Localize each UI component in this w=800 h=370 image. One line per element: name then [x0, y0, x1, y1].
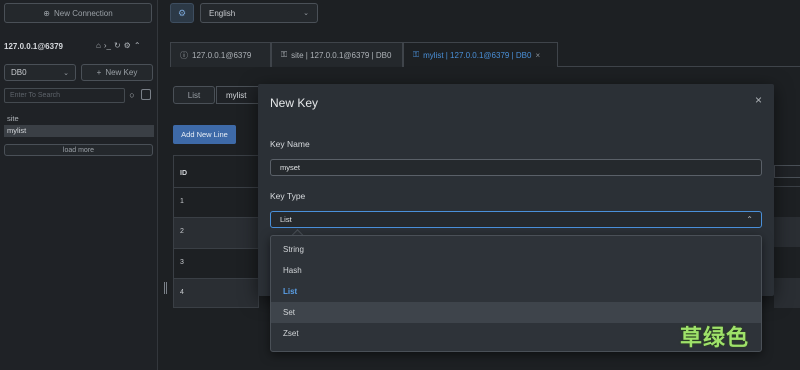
key-type-select[interactable]: List ⌃	[270, 211, 762, 228]
table-row-fragment	[774, 217, 800, 247]
connection-name[interactable]: 127.0.0.1@6379	[4, 42, 63, 51]
key-type-label: Key Type	[270, 191, 306, 201]
row-id: 2	[180, 228, 184, 235]
option-label: List	[283, 287, 298, 296]
load-more-button[interactable]: load more	[4, 144, 153, 156]
collapse-icon[interactable]: ⌃	[134, 41, 141, 50]
row-id: 4	[180, 289, 184, 296]
db-select-value: DB0	[11, 68, 27, 77]
close-icon[interactable]: ×	[755, 93, 762, 107]
values-table: ID 1 2 3 4	[173, 155, 259, 308]
option-list[interactable]: List	[271, 281, 761, 302]
watermark-text: 草绿色	[680, 325, 750, 350]
db-select[interactable]: DB0 ⌄	[4, 64, 76, 81]
language-value: English	[209, 8, 236, 18]
plus-icon: +	[96, 68, 102, 77]
search-icon[interactable]: ○	[127, 88, 137, 102]
tab-label: mylist | 127.0.0.1@6379 | DB0	[423, 50, 532, 60]
key-type-badge: List	[173, 86, 215, 104]
key-icon: ⚿	[281, 50, 288, 59]
chevron-up-icon: ⌃	[746, 215, 753, 224]
table-row[interactable]: 2	[174, 218, 258, 249]
close-icon[interactable]: ×	[535, 51, 540, 60]
tab-connection[interactable]: ⓘ 127.0.0.1@6379	[170, 42, 271, 67]
key-name-label: Key Name	[270, 139, 310, 149]
key-type-label: List	[187, 90, 201, 100]
settings-icon[interactable]: ⚙	[124, 41, 131, 50]
row-id: 3	[180, 259, 184, 266]
resize-handle[interactable]	[164, 282, 167, 294]
new-connection-label: New Connection	[54, 8, 113, 18]
plus-circle-icon: ⊕	[43, 8, 50, 18]
filter-input[interactable]	[774, 165, 800, 178]
key-item-selected[interactable]: mylist	[4, 125, 154, 137]
search-input[interactable]: Enter To Search	[4, 88, 125, 103]
dialog-title: New Key	[270, 96, 319, 110]
option-label: Set	[283, 308, 296, 317]
new-connection-button[interactable]: ⊕ New Connection	[4, 3, 152, 23]
terminal-icon[interactable]: ›_	[104, 41, 111, 50]
key-label: site	[7, 114, 19, 123]
key-type-value: List	[280, 215, 292, 224]
add-new-line-label: Add New Line	[181, 130, 228, 139]
chevron-down-icon: ⌄	[303, 10, 309, 17]
gear-icon: ⚙	[177, 7, 187, 18]
id-header: ID	[174, 156, 258, 188]
table-row[interactable]: 1	[174, 188, 258, 218]
new-key-label: New Key	[105, 68, 138, 77]
chevron-down-icon: ⌄	[63, 69, 69, 77]
key-icon: ⚿	[413, 50, 420, 59]
new-key-button[interactable]: + New Key	[81, 64, 153, 81]
language-select[interactable]: English ⌄	[200, 3, 318, 23]
key-name-text: mylist	[226, 90, 247, 100]
option-hash[interactable]: Hash	[271, 260, 761, 281]
load-more-label: load more	[62, 146, 95, 154]
option-label: String	[283, 245, 304, 254]
refresh-icon[interactable]: ↻	[114, 41, 121, 50]
option-label: Zset	[283, 329, 299, 338]
sidebar: ⊕ New Connection 127.0.0.1@6379 ⌂ ›_ ↻ ⚙…	[0, 0, 158, 370]
table-row[interactable]: 3	[174, 249, 258, 279]
option-label: Hash	[283, 266, 302, 275]
settings-button[interactable]: ⚙	[170, 3, 194, 23]
info-icon: ⓘ	[180, 50, 188, 60]
tab-key-site[interactable]: ⚿ site | 127.0.0.1@6379 | DB0	[271, 42, 403, 67]
exact-match-checkbox[interactable]	[141, 89, 151, 100]
key-item[interactable]: site	[4, 114, 154, 125]
divider	[774, 186, 800, 187]
home-icon[interactable]: ⌂	[96, 41, 101, 50]
key-name-field[interactable]: myset	[270, 159, 762, 176]
tab-label: 127.0.0.1@6379	[192, 50, 252, 60]
tab-label: site | 127.0.0.1@6379 | DB0	[291, 50, 392, 60]
table-row-fragment	[774, 278, 800, 308]
add-new-line-button[interactable]: Add New Line	[173, 125, 236, 144]
search-placeholder: Enter To Search	[10, 92, 61, 99]
tab-key-mylist[interactable]: ⚿ mylist | 127.0.0.1@6379 | DB0 ×	[403, 42, 558, 67]
option-string[interactable]: String	[271, 239, 761, 260]
table-row[interactable]: 4	[174, 279, 258, 307]
key-name-value: myset	[280, 163, 301, 172]
connection-toolbar: ⌂ ›_ ↻ ⚙ ⌃	[96, 41, 141, 50]
key-label: mylist	[7, 126, 27, 135]
row-id: 1	[180, 198, 184, 205]
